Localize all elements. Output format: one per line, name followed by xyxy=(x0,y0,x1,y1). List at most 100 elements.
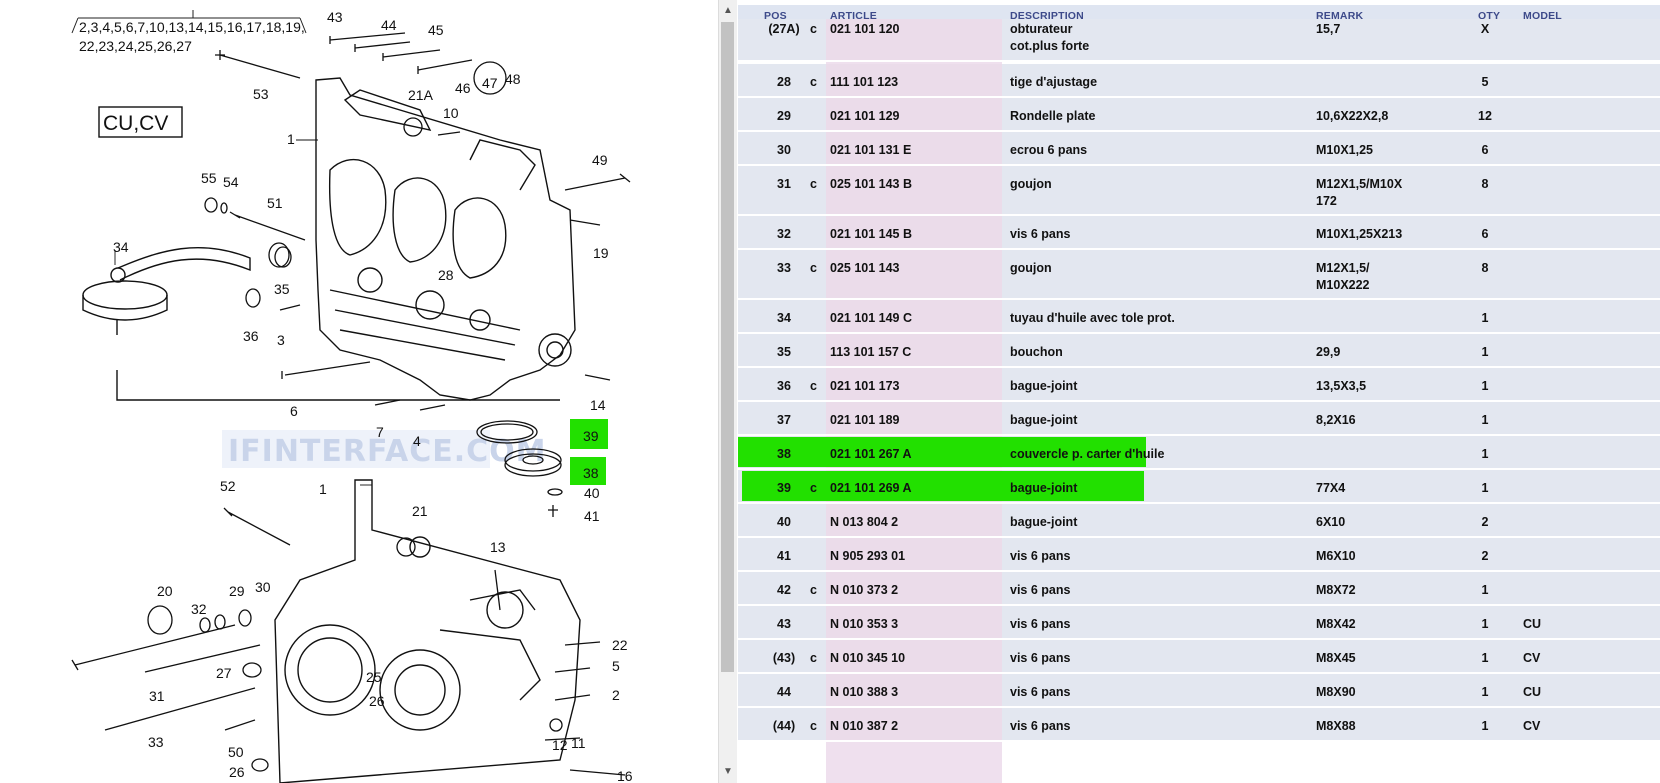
callout-33: 33 xyxy=(148,734,164,750)
row-qty: 1 xyxy=(1481,719,1489,733)
row-description: bouchon xyxy=(1010,345,1063,359)
row-remark: M6X10 xyxy=(1316,549,1356,563)
callout-numbers: 43 44 45 46 47 48 53 21A 10 1 49 55 54 5… xyxy=(113,9,633,783)
table-row[interactable]: 39 c 021 101 269 A bague-joint 77X4 1 xyxy=(738,470,1660,504)
table-row[interactable]: 40 N 013 804 2 bague-joint 6X10 2 xyxy=(738,504,1660,538)
row-flag: c xyxy=(810,177,817,191)
callout-44: 44 xyxy=(381,17,397,33)
table-row[interactable]: 29 021 101 129 Rondelle plate 10,6X22X2,8 12 xyxy=(738,98,1660,132)
table-row[interactable]: 33 c 025 101 143 goujon M12X1,5/ M10X222 8 xyxy=(738,250,1660,300)
row-description: couvercle p. carter d'huile xyxy=(1010,447,1165,461)
table-row[interactable]: 32 021 101 145 B vis 6 pans M10X1,25X213 6 xyxy=(738,216,1660,250)
table-row[interactable]: 31 c 025 101 143 B goujon M12X1,5/M10X 172 8 xyxy=(738,166,1660,216)
row-article: N 905 293 01 xyxy=(830,549,906,563)
table-row[interactable]: (27A) c 021 101 120 obturateur cot.plus for… xyxy=(738,19,1660,62)
row-description: bague-joint xyxy=(1010,379,1078,393)
callout-38: 38 xyxy=(583,465,599,481)
row-description: vis 6 pans xyxy=(1010,549,1071,563)
row-pos: 39 xyxy=(777,481,791,495)
callout-7: 7 xyxy=(376,424,384,440)
callout-22: 22 xyxy=(612,637,628,653)
parts-table: POS ARTICLE DESCRIPTION REMARK QTY MODEL… xyxy=(738,0,1660,783)
row-remark: M8X88 xyxy=(1316,719,1356,733)
row-article: N 010 373 2 xyxy=(830,583,899,597)
scroll-thumb[interactable] xyxy=(721,22,734,672)
callout-29: 29 xyxy=(229,583,245,599)
row-remark: M10X1,25 xyxy=(1316,143,1373,157)
callout-54: 54 xyxy=(223,174,239,190)
callout-25: 25 xyxy=(366,669,382,685)
callout-52: 52 xyxy=(220,478,236,494)
callout-27: 27 xyxy=(216,665,232,681)
row-flag: c xyxy=(810,651,817,665)
callout-43: 43 xyxy=(327,9,343,25)
row-remark: M8X90 xyxy=(1316,685,1356,699)
callout-20: 20 xyxy=(157,583,173,599)
row-description: bague-joint xyxy=(1010,515,1078,529)
table-row[interactable]: 37 021 101 189 bague-joint 8,2X16 1 xyxy=(738,402,1660,436)
row-model: CV xyxy=(1523,719,1541,733)
callout-12: 12 xyxy=(552,737,568,753)
callout-46: 46 xyxy=(455,80,471,96)
table-row[interactable]: 43 N 010 353 3 vis 6 pans M8X42 1 CU xyxy=(738,606,1660,640)
row-remark: 13,5X3,5 xyxy=(1316,379,1367,393)
callout-55: 55 xyxy=(201,170,217,186)
callout-39: 39 xyxy=(583,428,599,444)
row-pos: 37 xyxy=(777,413,791,427)
row-pos: 32 xyxy=(777,227,791,241)
row-article: 021 101 173 xyxy=(830,379,900,393)
table-row[interactable]: 42 c N 010 373 2 vis 6 pans M8X72 1 xyxy=(738,572,1660,606)
row-remark: M10X1,25X213 xyxy=(1316,227,1403,241)
table-row[interactable]: 30 021 101 131 E ecrou 6 pans M10X1,25 6 xyxy=(738,132,1660,166)
row-pos: 31 xyxy=(777,177,791,191)
lower-crankcase-drawing xyxy=(274,479,581,783)
callout-5: 5 xyxy=(612,658,620,674)
table-row[interactable]: 44 N 010 388 3 vis 6 pans M8X90 1 CU xyxy=(738,674,1660,708)
row-qty: 2 xyxy=(1481,515,1489,529)
row-article: 021 101 131 E xyxy=(830,143,912,157)
row-remark: 8,2X16 xyxy=(1316,413,1356,427)
callout-14: 14 xyxy=(590,397,606,413)
callout-6: 6 xyxy=(290,403,298,419)
applicable-positions-line1: 2,3,4,5,6,7,10,13,14,15,16,17,18,19, xyxy=(79,19,305,35)
row-model: CU xyxy=(1523,685,1542,699)
row-description: tige d'ajustage xyxy=(1010,75,1098,89)
row-pos: 43 xyxy=(777,617,791,631)
row-description: vis 6 pans xyxy=(1010,685,1071,699)
row-qty: 1 xyxy=(1481,617,1489,631)
row-remark: M12X1,5/ M10X222 xyxy=(1316,261,1370,292)
callout-10: 10 xyxy=(443,105,459,121)
row-pos: 36 xyxy=(777,379,791,393)
callout-4: 4 xyxy=(413,433,421,449)
callout-2: 2 xyxy=(612,687,620,703)
table-row[interactable]: 38 021 101 267 A couvercle p. carter d'hui… xyxy=(738,436,1660,470)
diagram-scrollbar[interactable]: ▲ ▼ xyxy=(718,0,737,783)
row-pos: 28 xyxy=(777,75,791,89)
row-pos: 33 xyxy=(777,261,791,275)
row-qty: 1 xyxy=(1481,651,1489,665)
row-article: N 013 804 2 xyxy=(830,515,899,529)
table-row[interactable]: 28 c 111 101 123 tige d'ajustage 5 xyxy=(738,64,1660,98)
row-description: goujon xyxy=(1010,177,1052,191)
row-article: N 010 387 2 xyxy=(830,719,899,733)
row-article: 021 101 129 xyxy=(830,109,900,123)
row-description: vis 6 pans xyxy=(1010,719,1071,733)
table-row[interactable]: 41 N 905 293 01 vis 6 pans M6X10 2 xyxy=(738,538,1660,572)
table-row[interactable]: 36 c 021 101 173 bague-joint 13,5X3,5 1 xyxy=(738,368,1660,402)
row-flag: c xyxy=(810,719,817,733)
row-qty: 1 xyxy=(1481,685,1489,699)
scroll-up-icon[interactable]: ▲ xyxy=(719,2,737,20)
row-flag: c xyxy=(810,22,817,36)
upper-crankcase-drawing xyxy=(315,77,576,401)
row-pos: 40 xyxy=(777,515,791,529)
table-row[interactable]: (44) c N 010 387 2 vis 6 pans M8X88 1 CV xyxy=(738,708,1660,742)
scroll-down-icon[interactable]: ▼ xyxy=(719,763,737,781)
table-row[interactable]: (43) c N 010 345 10 vis 6 pans M8X45 1 CV xyxy=(738,640,1660,674)
table-row[interactable]: 35 113 101 157 C bouchon 29,9 1 xyxy=(738,334,1660,368)
callout-41: 41 xyxy=(584,508,600,524)
table-row[interactable]: 34 021 101 149 C tuyau d'huile avec tole p… xyxy=(738,300,1660,334)
row-qty: 1 xyxy=(1481,481,1489,495)
row-article: 111 101 123 xyxy=(830,75,899,89)
callout-45: 45 xyxy=(428,22,444,38)
row-qty: 5 xyxy=(1481,75,1489,89)
